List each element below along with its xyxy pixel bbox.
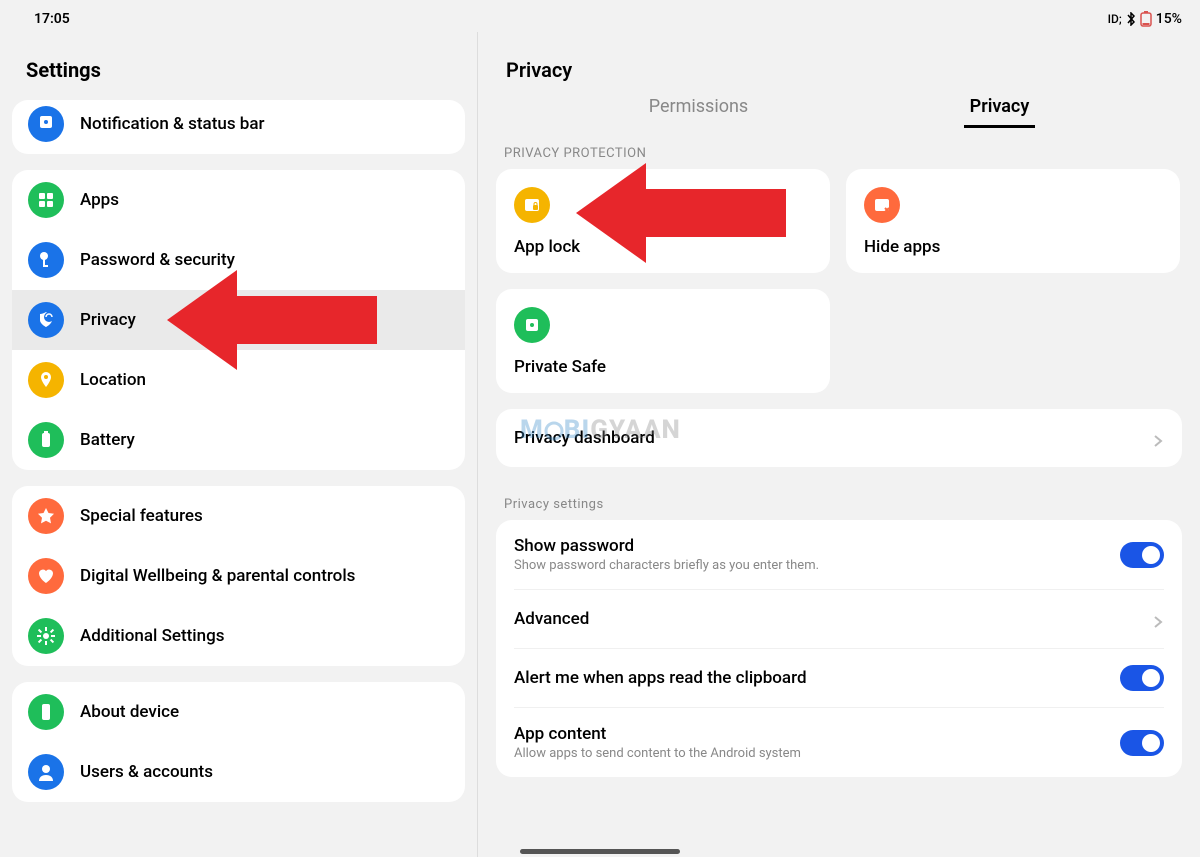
- setting-desc: Allow apps to send content to the Androi…: [514, 746, 1120, 761]
- toggle-clipboard[interactable]: [1120, 665, 1164, 691]
- tile-app-lock[interactable]: App lock: [496, 169, 830, 273]
- pin-icon: [28, 362, 64, 398]
- tile-hide-apps[interactable]: Hide apps: [846, 169, 1180, 273]
- settings-title: Settings: [12, 42, 465, 100]
- privacy-protection-label: PRIVACY PROTECTION: [496, 132, 1182, 169]
- sidebar-item-label: Privacy: [80, 310, 136, 330]
- heart-icon: [28, 558, 64, 594]
- chevron-right-icon: [1152, 613, 1164, 625]
- sidebar-item-apps[interactable]: Apps: [12, 170, 465, 230]
- setting-title: Advanced: [514, 609, 1152, 629]
- sidebar-item-location[interactable]: Location: [12, 350, 465, 410]
- status-right: ID; 15%: [1108, 11, 1182, 27]
- safe-icon: [514, 307, 550, 343]
- setting-title: App content: [514, 724, 1120, 744]
- sidebar-item-label: Battery: [80, 430, 135, 450]
- toggle-show-password[interactable]: [1120, 542, 1164, 568]
- sidebar-item-notification-status-bar[interactable]: Notification & status bar: [12, 100, 465, 154]
- setting-advanced[interactable]: Advanced: [496, 590, 1182, 648]
- sidebar-item-users[interactable]: Users & accounts: [12, 742, 465, 802]
- sidebar-item-privacy[interactable]: Privacy: [12, 290, 465, 350]
- tile-label: App lock: [514, 237, 812, 257]
- privacy-panel: Privacy PermissionsPrivacy PRIVACY PROTE…: [478, 32, 1200, 857]
- privacy-dashboard-label: Privacy dashboard: [514, 428, 1152, 448]
- sidebar-item-label: About device: [80, 702, 179, 722]
- hide-icon: [864, 187, 900, 223]
- sidebar-item-battery[interactable]: Battery: [12, 410, 465, 470]
- lock-icon: [514, 187, 550, 223]
- sidebar-item-special[interactable]: Special features: [12, 486, 465, 546]
- tile-label: Private Safe: [514, 357, 812, 377]
- battery-percent: 15%: [1156, 11, 1182, 27]
- tile-private-safe[interactable]: Private Safe: [496, 289, 830, 393]
- tab-permissions[interactable]: Permissions: [643, 96, 755, 128]
- setting-title: Show password: [514, 536, 1120, 556]
- setting-app-content[interactable]: App content Allow apps to send content to…: [496, 708, 1182, 777]
- chevron-right-icon: [1152, 432, 1164, 444]
- battery-icon: [28, 422, 64, 458]
- key-icon: [28, 242, 64, 278]
- tile-label: Hide apps: [864, 237, 1162, 257]
- sidebar-item-wellbeing[interactable]: Digital Wellbeing & parental controls: [12, 546, 465, 606]
- user-icon: [28, 754, 64, 790]
- bluetooth-icon: [1126, 12, 1136, 26]
- clock: 17:05: [34, 11, 70, 27]
- privacy-title: Privacy: [478, 42, 1200, 94]
- sidebar-item-password[interactable]: Password & security: [12, 230, 465, 290]
- setting-title: Alert me when apps read the clipboard: [514, 668, 1120, 688]
- gear-icon: [28, 618, 64, 654]
- privacy-dashboard-row[interactable]: Privacy dashboard: [496, 409, 1182, 467]
- shield-icon: [28, 302, 64, 338]
- battery-icon: [1140, 11, 1152, 27]
- setting-show-password[interactable]: Show password Show password characters br…: [496, 520, 1182, 589]
- settings-sidebar: Settings Notification & status bar Apps Pa…: [0, 32, 478, 857]
- sidebar-item-label: Digital Wellbeing & parental controls: [80, 566, 355, 586]
- privacy-settings-label: Privacy settings: [496, 483, 1182, 520]
- status-bar: 17:05 ID; 15%: [0, 0, 1200, 32]
- bell-icon: [28, 106, 64, 142]
- home-indicator: [520, 849, 680, 854]
- privacy-tabs: Permissions Privacy: [478, 94, 1200, 132]
- sidebar-item-additional[interactable]: Additional Settings: [12, 606, 465, 666]
- sidebar-item-label: Password & security: [80, 250, 235, 270]
- sidebar-item-label: Special features: [80, 506, 203, 526]
- toggle-app-content[interactable]: [1120, 730, 1164, 756]
- sidebar-item-label: Additional Settings: [80, 626, 225, 646]
- sidebar-item-label: Apps: [80, 190, 119, 210]
- sidebar-item-label: Location: [80, 370, 146, 390]
- bluetooth-icon: ID;: [1108, 12, 1122, 26]
- grid-icon: [28, 182, 64, 218]
- sidebar-item-label: Notification & status bar: [80, 114, 265, 134]
- setting-desc: Show password characters briefly as you …: [514, 558, 1120, 573]
- sidebar-item-about[interactable]: About device: [12, 682, 465, 742]
- tab-privacy[interactable]: Privacy: [964, 96, 1036, 128]
- sidebar-item-label: Users & accounts: [80, 762, 213, 782]
- star-icon: [28, 498, 64, 534]
- setting-clipboard[interactable]: Alert me when apps read the clipboard: [496, 649, 1182, 707]
- phone-icon: [28, 694, 64, 730]
